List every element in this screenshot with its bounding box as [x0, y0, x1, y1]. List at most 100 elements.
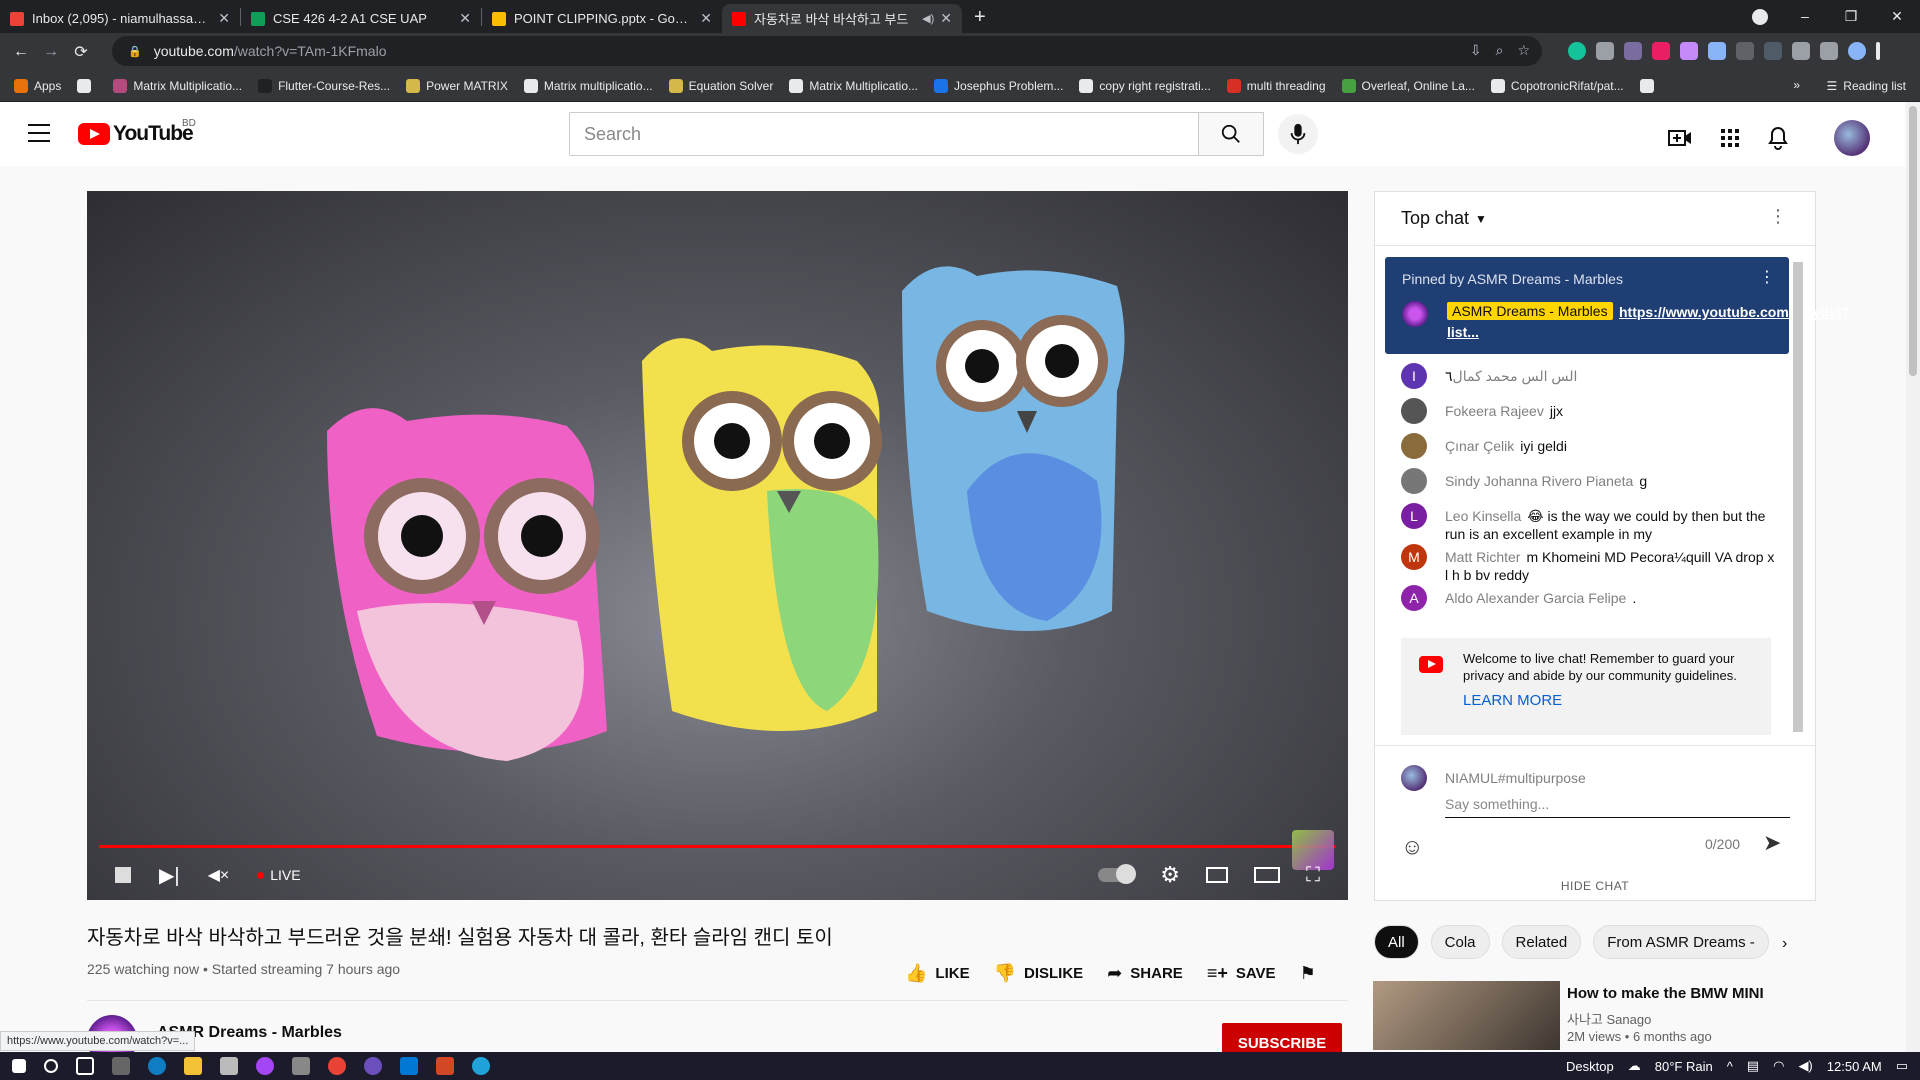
chat-author-name[interactable]: Sindy Johanna Rivero Pianeta — [1445, 473, 1633, 489]
search-button[interactable] — [1198, 112, 1264, 156]
task-view-icon[interactable] — [76, 1057, 94, 1075]
chat-more-options-icon[interactable]: ⋮ — [1769, 206, 1787, 227]
chat-scrollbar[interactable] — [1793, 262, 1803, 732]
apps-grid-icon[interactable] — [1720, 128, 1740, 148]
chevron-right-icon[interactable]: › — [1782, 935, 1787, 953]
mail-icon[interactable] — [220, 1057, 238, 1075]
close-tab-icon[interactable]: ✕ — [940, 10, 952, 27]
vscode-icon[interactable] — [400, 1057, 418, 1075]
chat-message[interactable]: L Leo Kinsella 😂 is the way we could by th… — [1401, 502, 1781, 543]
zoom-icon[interactable]: ⌕ — [1496, 42, 1504, 59]
chat-author-name[interactable]: Aldo Alexander Garcia Felipe — [1445, 590, 1626, 606]
lock-icon[interactable]: 🔒 — [128, 45, 142, 58]
account-avatar[interactable] — [1834, 120, 1870, 156]
chrome-menu-icon[interactable] — [1876, 42, 1880, 60]
video-thumbnail[interactable] — [1373, 981, 1560, 1050]
chat-message[interactable]: I الس الس محمد كمال٦ — [1401, 362, 1781, 397]
network-icon[interactable]: ▤ — [1747, 1058, 1759, 1074]
app-icon[interactable] — [472, 1057, 490, 1075]
search-input[interactable]: Search — [569, 112, 1199, 156]
bookmark-item[interactable]: CopotronicRifat/pat... — [1490, 78, 1624, 93]
settings-extension-icon[interactable] — [1624, 42, 1642, 60]
chat-message[interactable]: A Aldo Alexander Garcia Felipe. — [1401, 584, 1781, 619]
close-tab-icon[interactable]: ✕ — [700, 10, 712, 27]
filter-chip[interactable]: Related — [1501, 925, 1582, 959]
messenger-icon[interactable] — [256, 1057, 274, 1075]
pinned-message[interactable]: Pinned by ASMR Dreams - Marbles ⋮ https:… — [1385, 257, 1850, 354]
grammarly-extension-icon[interactable] — [1568, 42, 1586, 60]
download-extension-icon[interactable] — [1708, 42, 1726, 60]
bookmark-item[interactable]: Josephus Problem... — [934, 78, 1063, 93]
file-explorer-icon[interactable] — [184, 1057, 202, 1075]
notifications-bell-icon[interactable] — [1768, 126, 1788, 150]
settings-gear-icon[interactable]: ⚙ — [1160, 862, 1180, 888]
chat-mode-selector[interactable]: Top chat ▼ ⋮ — [1375, 192, 1815, 246]
clock[interactable]: 12:50 AM — [1827, 1059, 1882, 1074]
obs-icon[interactable] — [364, 1057, 382, 1075]
chat-author-name[interactable]: الس الس محمد كمال — [1453, 368, 1578, 384]
stop-button[interactable] — [115, 867, 131, 883]
chat-message[interactable]: Fokeera Rajeev jjx — [1401, 397, 1781, 432]
search-taskbar-icon[interactable] — [44, 1059, 58, 1073]
share-button[interactable]: ➦ SHARE — [1107, 963, 1183, 984]
more-bookmarks-icon[interactable]: » — [1793, 78, 1800, 92]
browser-tab-gmail[interactable]: Inbox (2,095) - niamulhassan64@ ✕ — [0, 4, 240, 33]
page-scrollbar[interactable] — [1906, 102, 1920, 1052]
bookmark-item[interactable]: Matrix multiplicatio... — [523, 78, 653, 93]
next-button[interactable]: ▶| — [159, 863, 180, 888]
bookmark-item[interactable]: copy right registrati... — [1079, 78, 1211, 93]
menu-icon[interactable] — [28, 124, 50, 142]
powerpoint-icon[interactable] — [436, 1057, 454, 1075]
chat-message[interactable]: M Matt Richter m Khomeini MD Pecora¼quill … — [1401, 543, 1781, 584]
report-button[interactable]: ⚑ — [1300, 963, 1316, 984]
paint-icon[interactable] — [292, 1057, 310, 1075]
recommended-title[interactable]: How to make the BMW MINI — [1567, 985, 1764, 1002]
create-video-icon[interactable] — [1668, 128, 1692, 148]
miniplayer-icon[interactable] — [1206, 867, 1228, 883]
bookmark-item[interactable] — [77, 78, 97, 93]
tab-search-icon[interactable] — [1752, 9, 1768, 25]
reload-button[interactable]: ⟳ — [66, 42, 96, 62]
bookmark-item[interactable]: Power MATRIX — [406, 78, 508, 93]
bookmark-item[interactable]: Matrix Multiplicatio... — [113, 78, 242, 93]
windows-start-icon[interactable] — [12, 1059, 26, 1073]
camera-extension-icon[interactable] — [1596, 42, 1614, 60]
close-tab-icon[interactable]: ✕ — [459, 10, 471, 27]
weather-widget[interactable]: 80°F Rain — [1655, 1059, 1713, 1074]
filter-chip[interactable]: Cola — [1430, 925, 1490, 959]
bookmark-item[interactable]: multi threading — [1226, 78, 1326, 93]
chat-author-name[interactable]: Matt Richter — [1445, 549, 1520, 565]
browser-tab-drive[interactable]: POINT CLIPPING.pptx - Google D ✕ — [482, 4, 722, 33]
chat-message[interactable]: Sindy Johanna Rivero Pianeta g — [1401, 467, 1781, 502]
edge-icon[interactable] — [148, 1057, 166, 1075]
notifications-icon[interactable]: ▭ — [1896, 1058, 1908, 1074]
install-app-icon[interactable]: ⇩ — [1470, 42, 1482, 59]
gear-extension-icon[interactable] — [1680, 42, 1698, 60]
new-tab-button[interactable]: + — [962, 6, 998, 33]
profile-avatar[interactable] — [1848, 42, 1866, 60]
calculator-icon[interactable] — [112, 1057, 130, 1075]
puzzle-extensions-icon[interactable] — [1792, 42, 1810, 60]
bookmark-item[interactable]: Matrix Multiplicatio... — [789, 78, 918, 93]
mute-button[interactable]: ◀× — [208, 865, 230, 885]
chevron-up-icon[interactable]: ^ — [1727, 1059, 1733, 1074]
chat-author-name[interactable]: Fokeera Rajeev — [1445, 403, 1544, 419]
hide-chat-button[interactable]: HIDE CHAT — [1375, 879, 1815, 893]
filter-chip[interactable]: From ASMR Dreams - — [1593, 925, 1769, 959]
filter-chip[interactable]: All — [1374, 925, 1419, 959]
bookmark-item[interactable]: Apps — [14, 78, 61, 93]
pinned-more-icon[interactable]: ⋮ — [1759, 267, 1775, 287]
learn-more-link[interactable]: LEARN MORE — [1463, 692, 1757, 709]
youtube-logo[interactable]: YouTube BD — [78, 118, 196, 146]
address-bar[interactable]: 🔒 youtube.com/watch?v=TAm-1KFmalo ⇩ ⌕ ☆ — [112, 36, 1542, 66]
send-icon[interactable]: ➤ — [1763, 830, 1781, 856]
audio-playing-icon[interactable]: ◀) — [922, 12, 934, 25]
flag-extension-icon[interactable] — [1652, 42, 1670, 60]
chat-author-name[interactable]: Leo Kinsella — [1445, 508, 1521, 524]
autoplay-toggle[interactable] — [1098, 864, 1137, 884]
maximize-button[interactable]: ❐ — [1828, 0, 1874, 33]
save-button[interactable]: ≡+ SAVE — [1207, 963, 1276, 984]
voice-search-button[interactable] — [1278, 114, 1318, 154]
screen-extension-icon[interactable] — [1736, 42, 1754, 60]
forward-button[interactable]: → — [36, 43, 66, 61]
